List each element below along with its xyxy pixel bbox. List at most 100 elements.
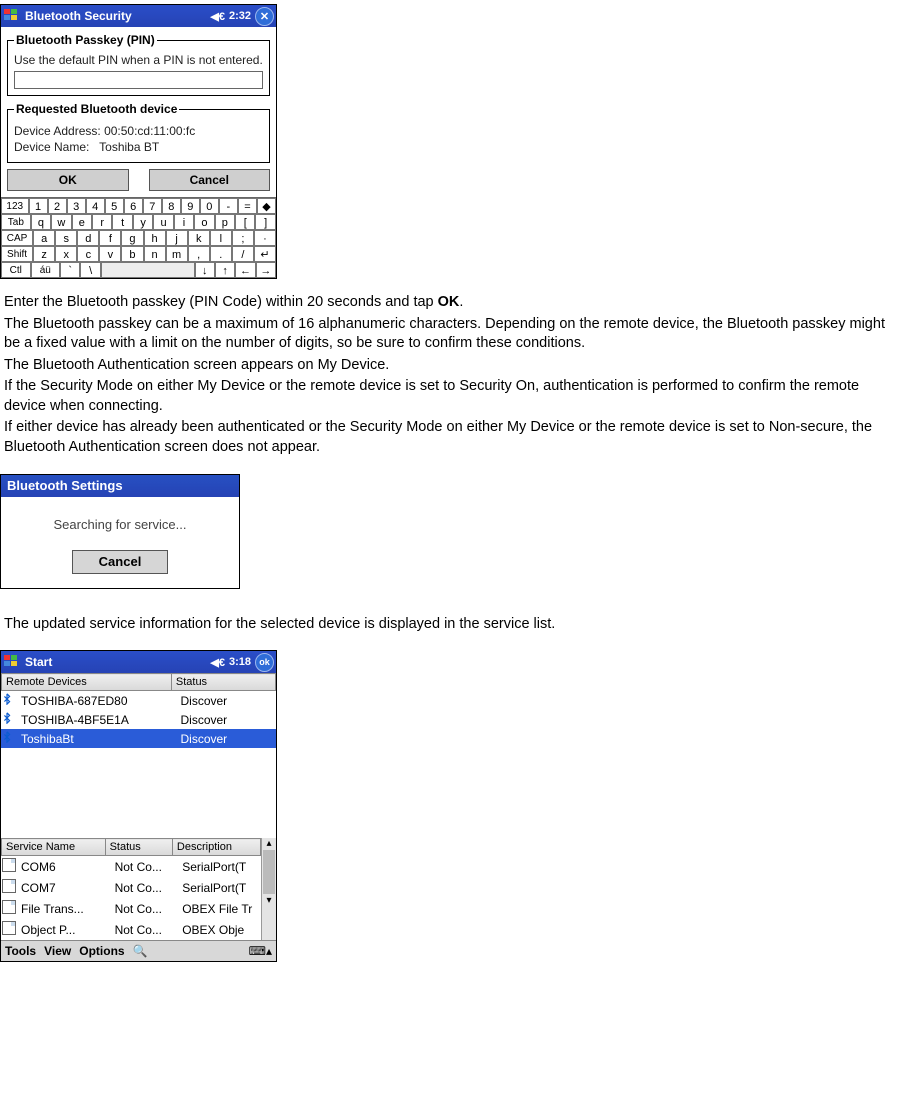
paragraph-4: If the Security Mode on either My Device… (4, 377, 896, 416)
cancel-button[interactable]: Cancel (72, 550, 168, 574)
col-service-name[interactable]: Service Name (2, 839, 106, 856)
key-9[interactable]: 9 (181, 198, 200, 214)
key-·[interactable]: · (254, 230, 276, 246)
key-CAP[interactable]: CAP (1, 230, 33, 246)
menu-view[interactable]: View (44, 944, 71, 958)
key-l[interactable]: l (210, 230, 232, 246)
paragraph-1b-bold: OK (438, 294, 460, 310)
key-↑[interactable]: ↑ (215, 262, 235, 278)
key-c[interactable]: c (77, 246, 99, 262)
key-u[interactable]: u (153, 214, 173, 230)
key-y[interactable]: y (133, 214, 153, 230)
key-b[interactable]: b (121, 246, 143, 262)
col-remote-devices[interactable]: Remote Devices (2, 674, 172, 691)
search-icon[interactable]: 🔍 (133, 944, 148, 958)
key-a[interactable]: a (33, 230, 55, 246)
key-1[interactable]: 1 (29, 198, 48, 214)
key-s[interactable]: s (55, 230, 77, 246)
key-→[interactable]: → (256, 262, 276, 278)
key-↓[interactable]: ↓ (195, 262, 215, 278)
key-4[interactable]: 4 (86, 198, 105, 214)
key-v[interactable]: v (99, 246, 121, 262)
col-description[interactable]: Description (172, 839, 260, 856)
key-`[interactable]: ` (60, 262, 80, 278)
col-service-status[interactable]: Status (105, 839, 172, 856)
key-3[interactable]: 3 (67, 198, 86, 214)
key-h[interactable]: h (144, 230, 166, 246)
key-w[interactable]: w (51, 214, 71, 230)
status-text: Searching for service... (9, 517, 231, 532)
scroll-down-icon[interactable]: ▾ (262, 895, 276, 906)
clock-text: 2:32 (229, 10, 251, 22)
passkey-input[interactable] (14, 71, 263, 89)
key-,[interactable]: , (188, 246, 210, 262)
close-button[interactable]: ✕ (255, 7, 274, 26)
key-;[interactable]: ; (232, 230, 254, 246)
key-n[interactable]: n (144, 246, 166, 262)
key-7[interactable]: 7 (143, 198, 162, 214)
key-[[interactable]: [ (235, 214, 255, 230)
key-t[interactable]: t (112, 214, 132, 230)
key-5[interactable]: 5 (105, 198, 124, 214)
service-description: OBEX Obje (178, 919, 261, 940)
service-row[interactable]: Object P...Not Co...OBEX Obje (1, 919, 261, 940)
key-m[interactable]: m (166, 246, 188, 262)
device-row[interactable]: TOSHIBA-4BF5E1ADiscover (1, 710, 276, 729)
menu-options[interactable]: Options (79, 944, 124, 958)
menu-tools[interactable]: Tools (5, 944, 36, 958)
key-i[interactable]: i (174, 214, 194, 230)
key-j[interactable]: j (166, 230, 188, 246)
key-x[interactable]: x (55, 246, 77, 262)
key-q[interactable]: q (31, 214, 51, 230)
key--[interactable]: - (219, 198, 238, 214)
sip-toggle-icon[interactable]: ⌨▴ (249, 944, 272, 958)
device-row[interactable]: ToshibaBtDiscover (1, 729, 276, 748)
key-k[interactable]: k (188, 230, 210, 246)
device-row[interactable]: TOSHIBA-687ED80Discover (1, 691, 276, 710)
service-row[interactable]: COM7Not Co...SerialPort(T (1, 877, 261, 898)
devices-list[interactable]: TOSHIBA-687ED80DiscoverTOSHIBA-4BF5E1ADi… (1, 691, 276, 748)
key-8[interactable]: 8 (162, 198, 181, 214)
screenshot-bluetooth-security: Bluetooth Security ◀€ 2:32 ✕ Bluetooth P… (0, 4, 277, 279)
col-status[interactable]: Status (171, 674, 275, 691)
key-0[interactable]: 0 (200, 198, 219, 214)
key-space[interactable] (101, 262, 195, 278)
key-][interactable]: ] (255, 214, 275, 230)
key-f[interactable]: f (99, 230, 121, 246)
key-p[interactable]: p (215, 214, 235, 230)
key-6[interactable]: 6 (124, 198, 143, 214)
services-scrollbar[interactable]: ▴ ▾ (261, 838, 276, 940)
key-z[interactable]: z (33, 246, 55, 262)
key-Tab[interactable]: Tab (1, 214, 31, 230)
key-d[interactable]: d (77, 230, 99, 246)
key-123[interactable]: 123 (1, 198, 29, 214)
key-o[interactable]: o (194, 214, 214, 230)
key-←[interactable]: ← (235, 262, 255, 278)
volume-icon: ◀€ (210, 656, 225, 669)
service-name: COM7 (17, 877, 111, 898)
ok-button[interactable]: OK (7, 169, 129, 191)
key-e[interactable]: e (72, 214, 92, 230)
service-row[interactable]: File Trans...Not Co...OBEX File Tr (1, 898, 261, 919)
key-\[interactable]: \ (80, 262, 100, 278)
bluetooth-icon (1, 691, 17, 710)
key-◆[interactable]: ◆ (257, 198, 276, 214)
key-Shift[interactable]: Shift (1, 246, 33, 262)
key-2[interactable]: 2 (48, 198, 67, 214)
key-Ctl[interactable]: Ctl (1, 262, 31, 278)
key-.[interactable]: . (210, 246, 232, 262)
key-g[interactable]: g (121, 230, 143, 246)
key-r[interactable]: r (92, 214, 112, 230)
on-screen-keyboard[interactable]: 1231234567890-=◆ Tabqwertyuiop[] CAPasdf… (1, 197, 276, 278)
ok-button[interactable]: ok (255, 653, 274, 672)
key-áü[interactable]: áü (31, 262, 61, 278)
bluetooth-icon (1, 729, 17, 748)
services-list[interactable]: COM6Not Co...SerialPort(TCOM7Not Co...Se… (1, 856, 261, 940)
scroll-up-icon[interactable]: ▴ (262, 838, 276, 849)
scroll-thumb[interactable] (263, 850, 275, 894)
key-↵[interactable]: ↵ (254, 246, 276, 262)
key-=[interactable]: = (238, 198, 257, 214)
service-row[interactable]: COM6Not Co...SerialPort(T (1, 856, 261, 877)
key-/[interactable]: / (232, 246, 254, 262)
cancel-button[interactable]: Cancel (149, 169, 271, 191)
